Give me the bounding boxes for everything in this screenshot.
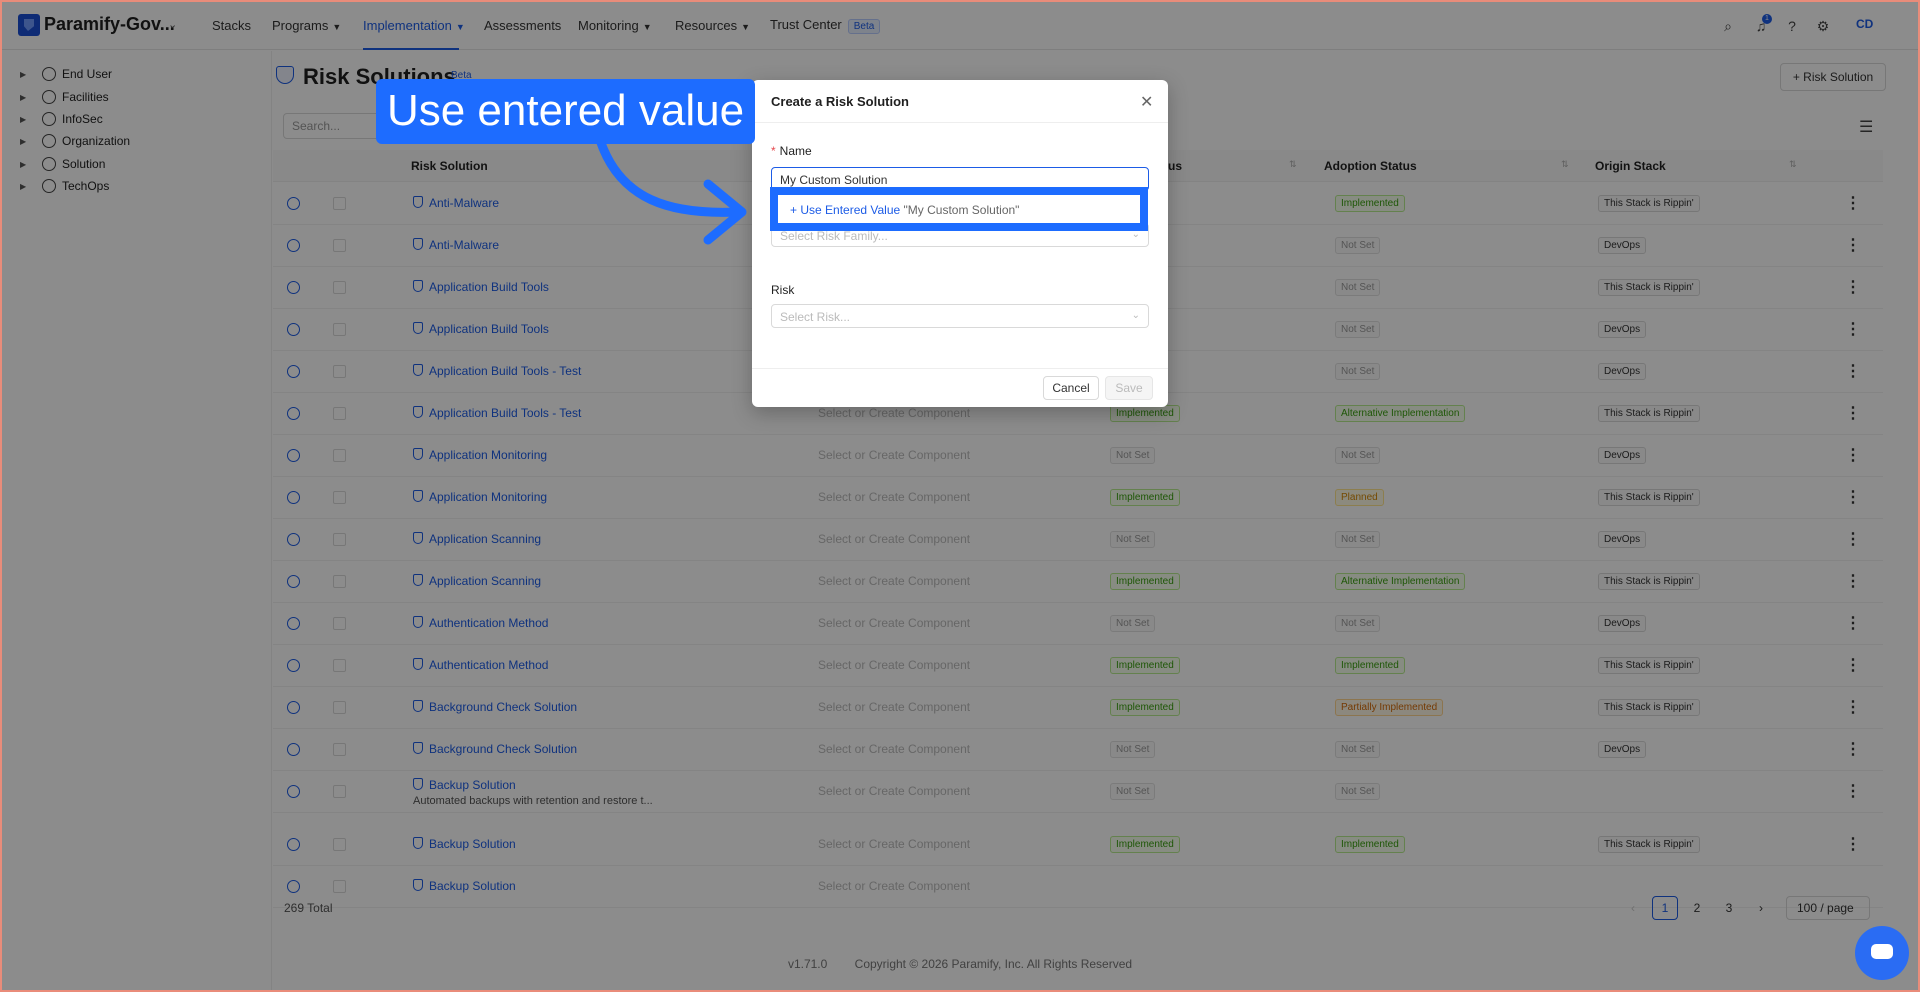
modal-title: Create a Risk Solution [771,94,909,109]
option-label: Use Entered Value [800,203,901,217]
close-icon[interactable]: ✕ [1140,92,1153,112]
name-field-label: * Name [771,144,812,158]
chevron-down-icon: ⌄ [1131,310,1140,321]
modal-footer-divider [752,368,1168,369]
risk-family-placeholder: Select Risk Family... [780,229,888,243]
modal-header-divider [752,122,1168,123]
required-marker: * [771,144,776,158]
option-value: "My Custom Solution" [903,203,1020,217]
annotation-callout: Use entered value [376,79,755,144]
name-label-text: Name [779,144,812,158]
risk-placeholder: Select Risk... [780,310,851,324]
chat-support-button[interactable] [1855,926,1909,980]
use-entered-value-option[interactable]: + Use Entered Value "My Custom Solution" [790,203,1019,217]
cancel-button[interactable]: Cancel [1043,376,1099,400]
risk-field-label: Risk [771,283,795,297]
name-autocomplete-dropdown: + Use Entered Value "My Custom Solution" [770,187,1148,231]
annotation-arrow-icon [595,140,747,245]
risk-select[interactable]: Select Risk... ⌄ [771,304,1149,328]
save-button[interactable]: Save [1105,376,1153,400]
create-risk-solution-modal: Create a Risk Solution ✕ * Name My Custom… [752,80,1168,407]
plus-icon: + [790,203,801,217]
